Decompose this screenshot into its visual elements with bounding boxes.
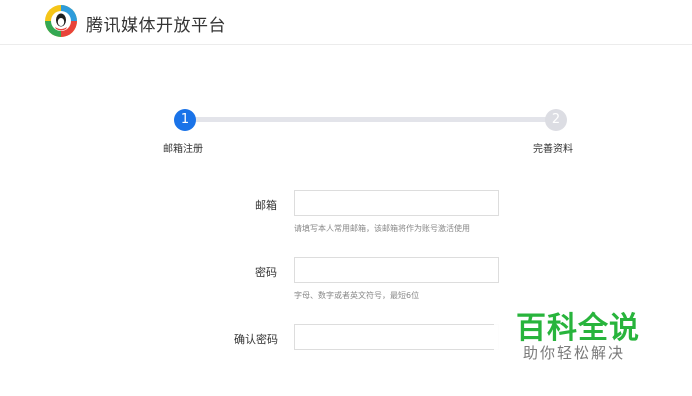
- confirm-password-field[interactable]: [294, 324, 499, 350]
- step-2-indicator: 2: [545, 109, 567, 131]
- step-1-indicator: 1: [174, 109, 196, 131]
- email-label: 邮箱: [255, 199, 277, 212]
- watermark-title: 百科全说: [516, 311, 640, 346]
- step-1-label: 邮箱注册: [163, 144, 203, 155]
- progress-track: [184, 117, 556, 122]
- email-field[interactable]: [294, 190, 499, 216]
- confirm-password-label: 确认密码: [234, 333, 278, 346]
- password-label: 密码: [255, 266, 277, 279]
- step-2-label: 完善资料: [533, 144, 573, 155]
- registration-progress: 1 2 邮箱注册 完善资料: [0, 0, 692, 160]
- password-hint: 字母、数字或者英文符号，最短6位: [294, 291, 420, 300]
- password-field[interactable]: [294, 257, 499, 283]
- email-hint: 请填写本人常用邮箱，该邮箱将作为账号激活使用: [294, 224, 470, 233]
- watermark-subtitle: 助你轻松解决: [523, 344, 626, 362]
